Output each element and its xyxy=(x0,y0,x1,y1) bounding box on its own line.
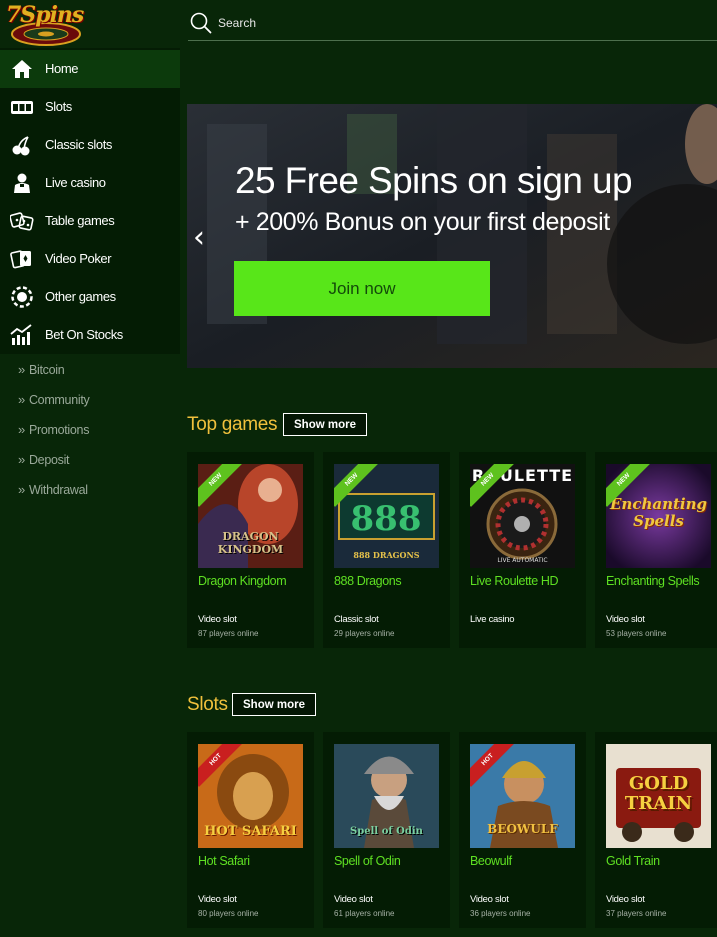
chevron-right-icon: » xyxy=(18,392,25,407)
game-type: Video slot xyxy=(198,614,237,625)
game-type: Live casino xyxy=(470,614,515,625)
game-name[interactable]: Beowulf xyxy=(470,854,512,868)
sidebar-item-live-casino[interactable]: Live casino xyxy=(0,164,180,202)
game-name[interactable]: Dragon Kingdom xyxy=(198,574,287,588)
top-games-show-more-button[interactable]: Show more xyxy=(283,413,367,436)
game-art-title: BEOWULF xyxy=(487,822,558,836)
game-card-spell-of-odin[interactable]: Spell of Odin Spell of Odin Video slot 6… xyxy=(323,732,450,928)
dealer-icon xyxy=(14,173,30,193)
game-name[interactable]: Gold Train xyxy=(606,854,660,868)
stocks-chart-icon xyxy=(10,324,32,345)
search-bar[interactable] xyxy=(188,10,717,41)
game-name[interactable]: Enchanting Spells xyxy=(606,574,700,588)
sidebar-item-label: Bet On Stocks xyxy=(45,327,123,342)
game-type: Video slot xyxy=(606,894,645,905)
game-type: Video slot xyxy=(334,894,373,905)
sidebar-item-slots[interactable]: Slots xyxy=(0,88,180,126)
game-type: Video slot xyxy=(198,894,237,905)
game-thumbnail[interactable]: ROULETTE LIVE AUTOMATIC NEW xyxy=(470,464,575,568)
sidebar-item-home[interactable]: Home xyxy=(0,50,180,88)
players-online: 37 players online xyxy=(606,909,667,918)
game-card-beowulf[interactable]: BEOWULF HOT Beowulf Video slot 36 player… xyxy=(459,732,586,928)
game-thumbnail[interactable]: HOT SAFARI HOT xyxy=(198,744,303,848)
chevron-right-icon: » xyxy=(18,422,25,437)
game-thumbnail[interactable]: BEOWULF HOT xyxy=(470,744,575,848)
sidebar: Home Slots Classic slots Live casino Tab… xyxy=(0,48,180,937)
top-bar: 7Spins xyxy=(0,0,717,48)
sidebar-link-withdrawal[interactable]: » Withdrawal xyxy=(18,482,88,502)
game-thumbnail[interactable]: 888 888 DRAGONS NEW xyxy=(334,464,439,568)
game-card-gold-train[interactable]: GOLD TRAIN Gold Train Video slot 37 play… xyxy=(595,732,717,928)
sidebar-item-label: Other games xyxy=(45,289,116,304)
section-title-slots: Slots xyxy=(187,694,228,715)
game-card-888-dragons[interactable]: 888 888 DRAGONS NEW 888 Dragons Classic … xyxy=(323,452,450,648)
players-online: 53 players online xyxy=(606,629,667,638)
game-name[interactable]: 888 Dragons xyxy=(334,574,402,588)
game-card-enchanting-spells[interactable]: Enchanting Spells NEW Enchanting Spells … xyxy=(595,452,717,648)
game-card-dragon-kingdom[interactable]: DRAGON KINGDOM NEW Dragon Kingdom Video … xyxy=(187,452,314,648)
search-icon[interactable] xyxy=(190,12,212,34)
game-art-title: 888 DRAGONS xyxy=(353,550,420,560)
chevron-right-icon: » xyxy=(18,482,25,497)
sidebar-item-label: Live casino xyxy=(45,175,106,190)
sidebar-item-bet-on-stocks[interactable]: Bet On Stocks xyxy=(0,316,180,354)
sidebar-link-deposit[interactable]: » Deposit xyxy=(18,452,70,472)
game-name[interactable]: Spell of Odin xyxy=(334,854,401,868)
game-type: Video slot xyxy=(470,894,509,905)
game-art-title: Enchanting Spells xyxy=(610,495,708,530)
game-art-subtitle: LIVE AUTOMATIC xyxy=(497,557,548,564)
game-thumbnail[interactable]: GOLD TRAIN xyxy=(606,744,711,848)
slots-icon xyxy=(11,101,33,114)
chip-icon xyxy=(11,286,33,308)
sidebar-item-other-games[interactable]: Other games xyxy=(0,278,180,316)
slots-show-more-button[interactable]: Show more xyxy=(232,693,316,716)
home-icon xyxy=(12,60,32,78)
sidebar-link-bitcoin[interactable]: » Bitcoin xyxy=(18,362,65,382)
game-thumbnail[interactable]: Spell of Odin xyxy=(334,744,439,848)
sidebar-item-label: Video Poker xyxy=(45,251,112,266)
sidebar-item-classic-slots[interactable]: Classic slots xyxy=(0,126,180,164)
game-name[interactable]: Hot Safari xyxy=(198,854,250,868)
section-title-top-games: Top games xyxy=(187,414,278,435)
game-art-title: Spell of Odin xyxy=(350,826,423,837)
game-thumbnail[interactable]: DRAGON KINGDOM NEW xyxy=(198,464,303,568)
sidebar-link-promotions[interactable]: » Promotions xyxy=(18,422,89,442)
players-online: 29 players online xyxy=(334,629,395,638)
sidebar-item-label: Slots xyxy=(45,99,72,114)
game-art-title: HOT SAFARI xyxy=(204,824,297,839)
players-online: 36 players online xyxy=(470,909,531,918)
logo-text: 7Spins xyxy=(6,2,84,28)
sidebar-item-label: Home xyxy=(45,61,79,76)
game-art-title: DRAGON KINGDOM xyxy=(217,530,284,556)
sidebar-link-community[interactable]: » Community xyxy=(18,392,90,412)
players-online: 61 players online xyxy=(334,909,395,918)
cherry-icon xyxy=(12,136,30,156)
promo-banner[interactable]: ‹ 25 Free Spins on sign up + 200% Bonus … xyxy=(187,104,717,368)
chevron-right-icon: » xyxy=(18,452,25,467)
players-online: 80 players online xyxy=(198,909,259,918)
cards-icon xyxy=(10,250,31,269)
game-card-live-roulette-hd[interactable]: ROULETTE LIVE AUTOMATIC NEW Live Roulett… xyxy=(459,452,586,648)
sidebar-item-video-poker[interactable]: Video Poker xyxy=(0,240,180,278)
site-logo[interactable]: 7Spins xyxy=(2,2,88,46)
secondary-nav: » Bitcoin » Community » Promotions » Deposit… xyxy=(0,354,180,937)
svg-text:888: 888 xyxy=(351,499,422,539)
game-art-title: GOLD TRAIN xyxy=(624,773,693,814)
banner-headline: 25 Free Spins on sign up xyxy=(235,160,633,201)
sidebar-item-label: Table games xyxy=(45,213,115,228)
join-now-button[interactable]: Join now xyxy=(234,261,490,316)
players-online: 87 players online xyxy=(198,629,259,638)
banner-prev-arrow-icon[interactable]: ‹ xyxy=(193,220,205,255)
sidebar-item-label: Classic slots xyxy=(45,137,113,152)
dice-icon xyxy=(10,212,34,231)
game-thumbnail[interactable]: Enchanting Spells NEW xyxy=(606,464,711,568)
game-type: Classic slot xyxy=(334,614,379,625)
game-name[interactable]: Live Roulette HD xyxy=(470,574,558,588)
game-card-hot-safari[interactable]: HOT SAFARI HOT Hot Safari Video slot 80 … xyxy=(187,732,314,928)
chevron-right-icon: » xyxy=(18,362,25,377)
banner-subline: + 200% Bonus on your first deposit xyxy=(235,208,610,236)
search-input[interactable] xyxy=(218,13,518,33)
game-type: Video slot xyxy=(606,614,645,625)
sidebar-item-table-games[interactable]: Table games xyxy=(0,202,180,240)
